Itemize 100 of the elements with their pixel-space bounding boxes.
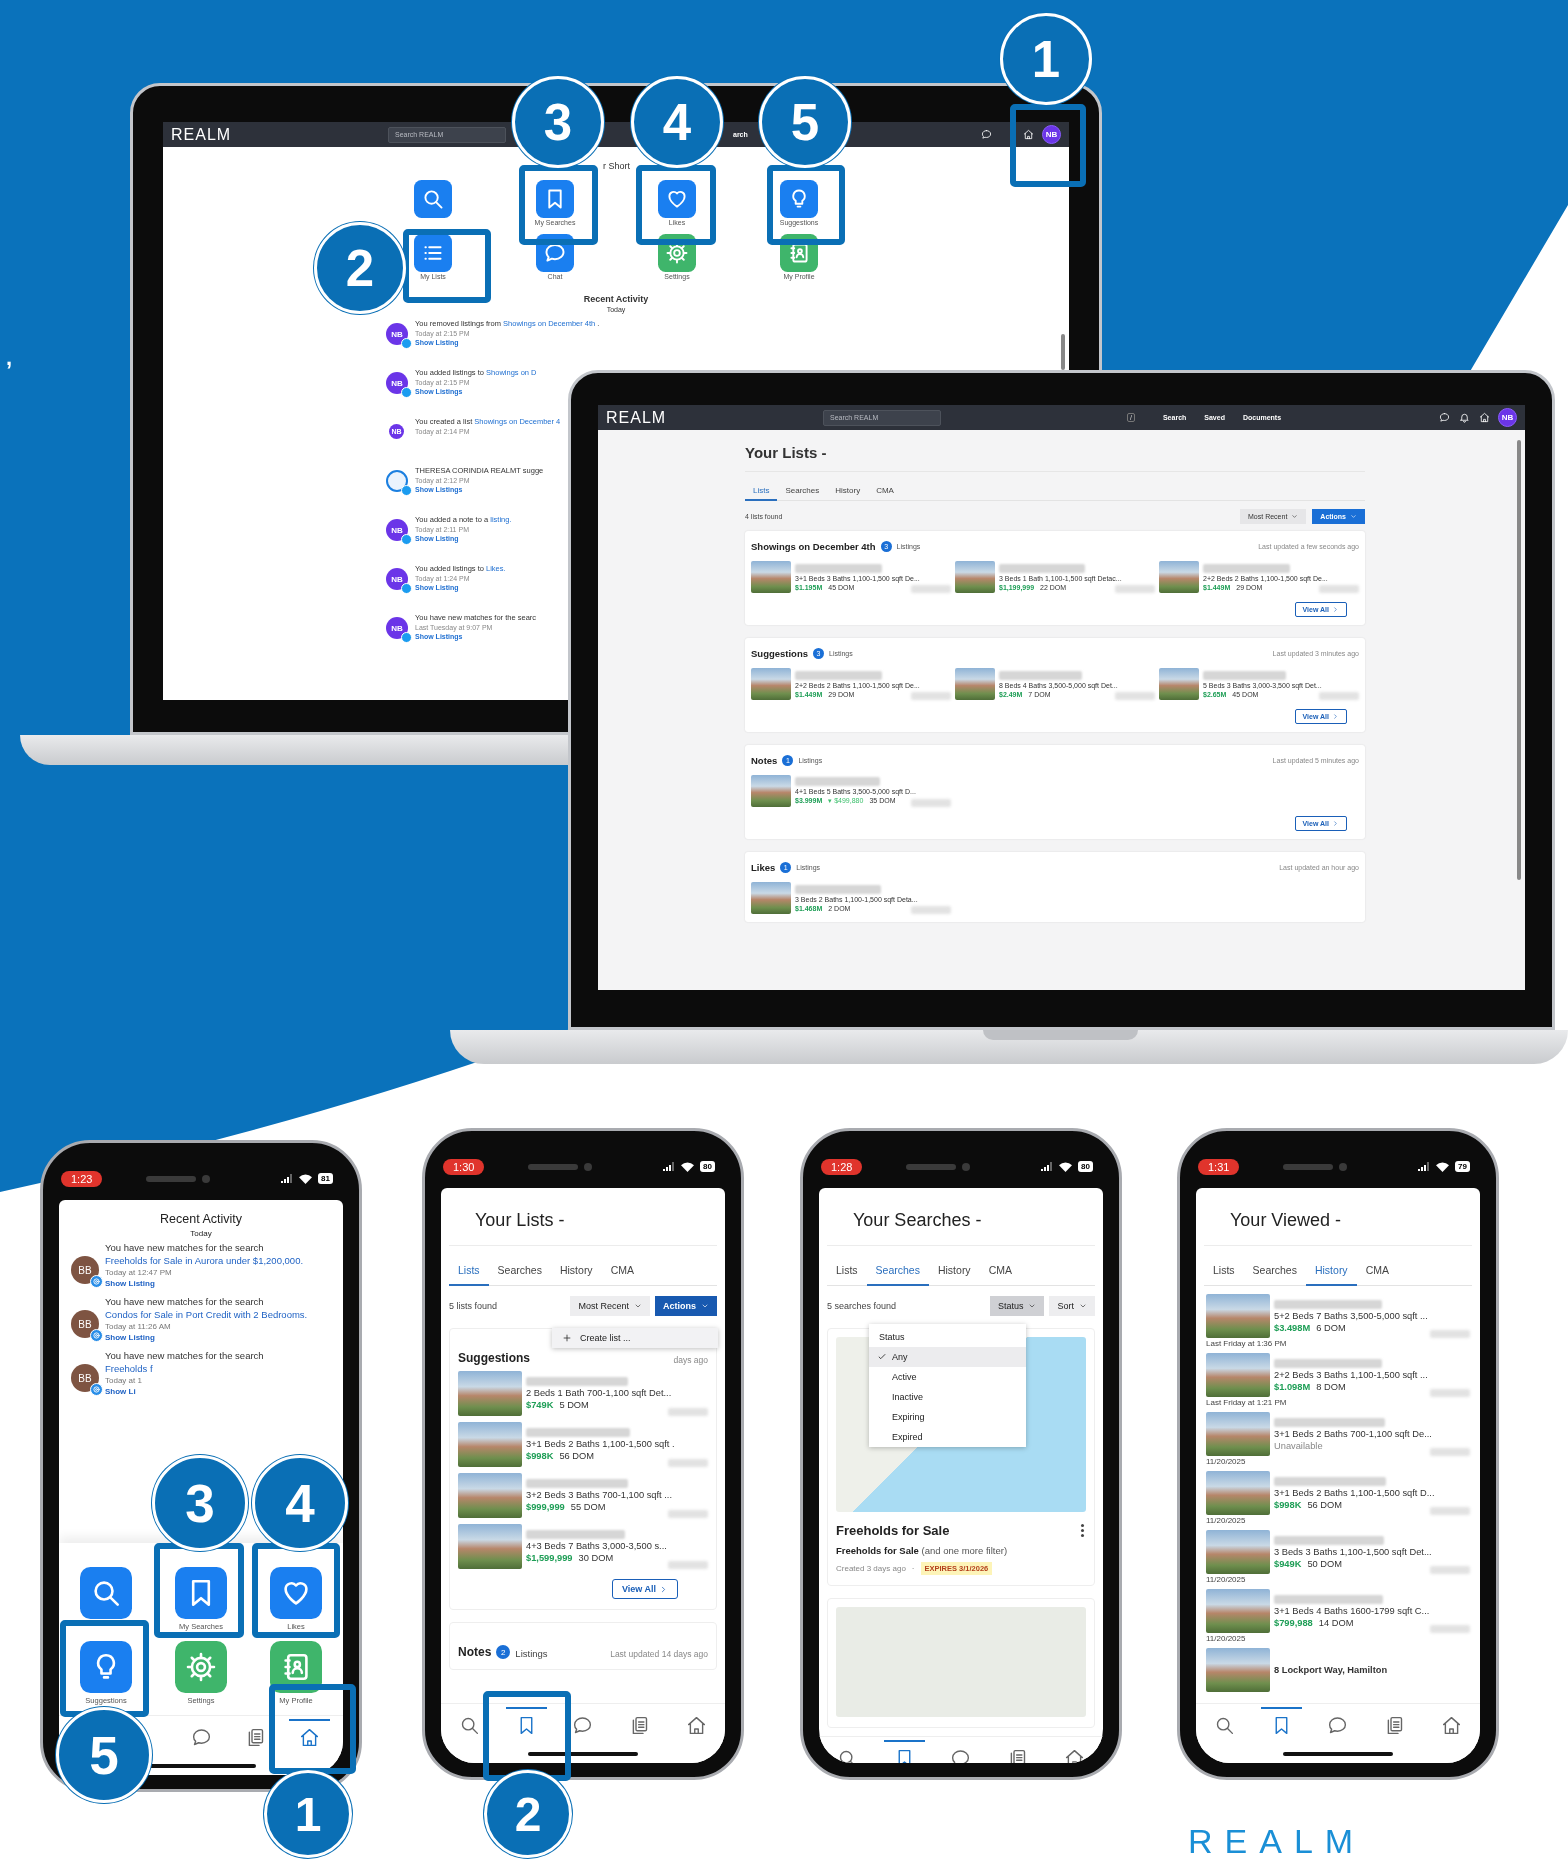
section-heading: r Short xyxy=(603,161,631,171)
scrollbar-drawing xyxy=(1061,334,1065,370)
tab[interactable]: Lists xyxy=(1204,1256,1244,1286)
checkmark-icon xyxy=(877,1352,887,1362)
blurred-text xyxy=(911,692,951,700)
caret-icon xyxy=(1350,513,1357,520)
menu-option[interactable]: Any xyxy=(869,1347,1026,1367)
card-title: Showings on December 4th xyxy=(751,541,876,552)
days-on-market: 56 DOM xyxy=(559,1451,595,1461)
photo-placeholder xyxy=(1206,1353,1270,1397)
listing-details: 5+2 Beds 7 Baths 3,500-5,000 sqft ... xyxy=(1274,1310,1428,1321)
battery-level: 81 xyxy=(318,1173,333,1184)
separator-dot: · xyxy=(911,1564,915,1573)
home-icon[interactable] xyxy=(1023,129,1034,140)
time-pill: 1:28 xyxy=(821,1158,863,1175)
show-listing-link[interactable]: Show Listing xyxy=(105,1333,308,1342)
home-icon[interactable] xyxy=(1479,412,1490,423)
tab[interactable]: History xyxy=(827,482,869,501)
menu-item[interactable]: Create list ... xyxy=(552,1328,718,1348)
logo: REALM xyxy=(606,408,668,427)
days-on-market: 6 DOM xyxy=(1316,1322,1346,1333)
bell-icon[interactable] xyxy=(1459,412,1470,423)
home-icon xyxy=(299,1726,320,1748)
logo: REALM xyxy=(171,125,233,144)
tab[interactable]: CMA xyxy=(1356,1256,1398,1286)
time-pill: 1:31 xyxy=(1198,1158,1240,1175)
blurred-text xyxy=(668,1510,708,1518)
saved-search-link[interactable]: Freeholds for Sale in Aurora under $1,200,000. xyxy=(105,1255,304,1266)
caret-icon xyxy=(1079,1302,1087,1310)
blurred-text xyxy=(1430,1566,1470,1574)
show-listing-link[interactable]: Show Listing xyxy=(105,1279,304,1288)
tab[interactable]: History xyxy=(1305,1256,1357,1286)
tab[interactable]: CMA xyxy=(979,1256,1021,1286)
signal-icon xyxy=(1041,1162,1054,1171)
tab[interactable]: Searches xyxy=(488,1256,551,1286)
tab[interactable]: Searches xyxy=(866,1256,929,1286)
signal-icon xyxy=(663,1162,676,1171)
status-dropdown[interactable]: Status xyxy=(989,1296,1045,1316)
blurred-text xyxy=(911,799,951,807)
tab[interactable]: Lists xyxy=(745,482,778,501)
chevron-icon xyxy=(659,1584,668,1594)
chat-bubble-icon[interactable] xyxy=(1439,412,1450,423)
photo-placeholder xyxy=(458,1371,522,1416)
menu-option[interactable]: Active xyxy=(869,1367,1026,1387)
step-number: 2 xyxy=(484,1770,572,1858)
tab[interactable]: CMA xyxy=(868,482,902,501)
search-title: Freeholds for Sale xyxy=(836,1523,950,1538)
card-title: Suggestions xyxy=(751,648,808,659)
tab[interactable]: History xyxy=(928,1256,980,1286)
tab[interactable]: Searches xyxy=(1243,1256,1306,1286)
viewed-date: Last Friday at 1:21 PM xyxy=(1206,1398,1288,1407)
page-title: Your Viewed - xyxy=(1204,1188,1472,1246)
avatar[interactable]: NB xyxy=(1498,408,1517,427)
listing-details: 3+1 Beds 2 Baths 1,100-1,500 sqft D... xyxy=(1274,1487,1435,1498)
caret-icon xyxy=(634,1302,642,1310)
days-on-market: 5 DOM xyxy=(559,1400,589,1410)
listing-price: $749K xyxy=(526,1400,554,1410)
listing-price: $998K xyxy=(526,1451,554,1461)
photo-placeholder xyxy=(751,775,791,807)
avatar[interactable]: NB xyxy=(1042,125,1061,144)
avatar: NB xyxy=(386,568,408,590)
menu-option[interactable]: Expiring xyxy=(869,1407,1026,1427)
camera-drawing xyxy=(584,1162,593,1171)
chat-bubble-icon xyxy=(572,1714,594,1736)
activity-text: You have new matches for the search xyxy=(105,1296,265,1307)
more-options-icon[interactable] xyxy=(1079,1522,1086,1539)
tab[interactable]: Lists xyxy=(827,1256,867,1286)
photo-placeholder xyxy=(751,882,791,914)
chevron-icon xyxy=(1332,713,1339,720)
tab[interactable]: Lists xyxy=(449,1256,489,1286)
order-dropdown[interactable]: Most Recent xyxy=(570,1296,650,1316)
photo-placeholder xyxy=(458,1524,522,1569)
actions-button[interactable]: Actions xyxy=(655,1296,717,1316)
tab[interactable]: History xyxy=(550,1256,602,1286)
blurred-text xyxy=(1430,1448,1470,1456)
blurred-text xyxy=(668,1408,708,1416)
listing-details: 3+1 Beds 4 Baths 1600-1799 sqft C... xyxy=(1274,1605,1430,1616)
listing-price: $799,988 xyxy=(1274,1617,1313,1628)
menu-option[interactable]: Inactive xyxy=(869,1387,1026,1407)
last-updated: Last updated 14 days ago xyxy=(610,1649,708,1659)
blurred-text xyxy=(1430,1507,1470,1515)
menu-option[interactable]: Expired xyxy=(869,1427,1026,1447)
step-number: 1 xyxy=(264,1770,352,1858)
avatar xyxy=(386,470,408,492)
card-title: Likes xyxy=(751,862,776,873)
tab[interactable]: CMA xyxy=(601,1256,643,1286)
time-pill: 1:30 xyxy=(443,1158,485,1175)
show-listing-link[interactable]: Show Li xyxy=(105,1387,264,1396)
speaker-drawing xyxy=(906,1163,957,1170)
view-all-button[interactable]: View All xyxy=(612,1579,678,1599)
wifi-icon xyxy=(299,1173,313,1184)
chat-bubble-icon[interactable] xyxy=(981,129,992,140)
sort-dropdown[interactable]: Sort xyxy=(1049,1296,1095,1316)
chat-bubble-icon xyxy=(191,1726,212,1748)
days-on-market: 30 DOM xyxy=(578,1553,614,1563)
photo-placeholder xyxy=(955,561,995,593)
saved-search-link[interactable]: Freeholds f xyxy=(105,1363,264,1374)
tab[interactable]: Searches xyxy=(777,482,828,501)
saved-search-link[interactable]: Condos for Sale in Port Credit with 2 Bedrooms. xyxy=(105,1309,308,1320)
listing-price: $999,999 xyxy=(526,1502,565,1512)
